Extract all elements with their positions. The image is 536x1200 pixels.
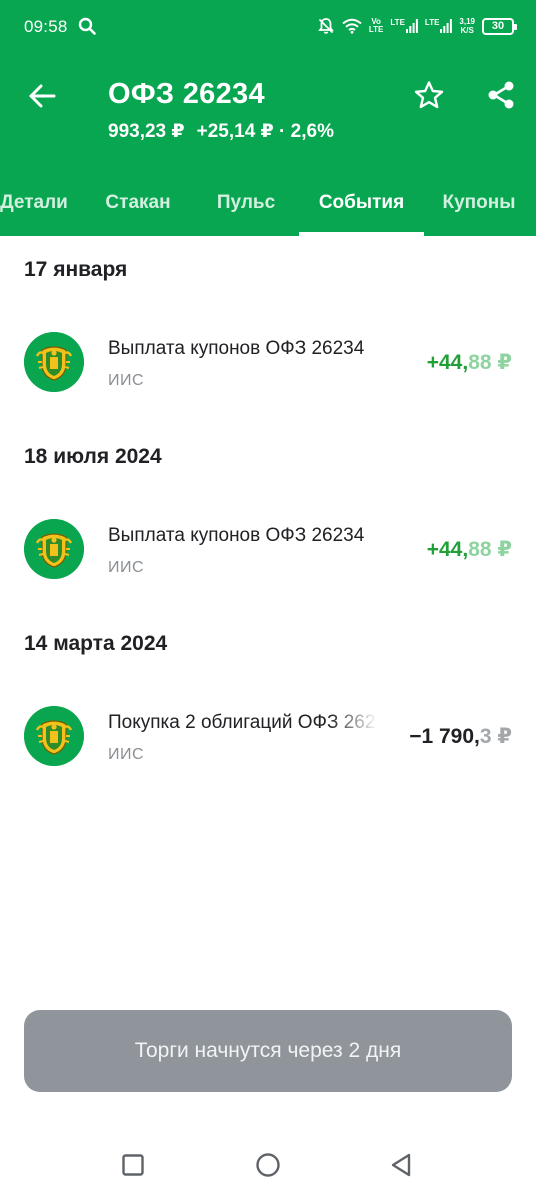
trading-status-banner: Торги начнутся через 2 дня [24, 1010, 512, 1092]
event-amount: +44,88 ₽ [426, 538, 512, 561]
event-amount: +44,88 ₽ [426, 351, 512, 374]
minfin-emblem-icon [24, 706, 84, 766]
tab-details[interactable]: Детали [0, 170, 74, 236]
status-bar: 09:58 Vo LTE LTE LTE 3,19 K/S 30 [0, 0, 536, 54]
date-header: 14 марта 2024 [24, 632, 168, 655]
circle-icon [256, 1153, 280, 1177]
event-account: ИИС [108, 372, 145, 389]
system-nav-bar [0, 1128, 536, 1200]
event-title: Покупка 2 облигаций ОФЗ 26234 [108, 712, 378, 733]
minfin-emblem-icon [24, 519, 84, 579]
tab-events[interactable]: События [299, 170, 424, 236]
home-button[interactable] [253, 1150, 283, 1180]
event-title: Выплата купонов ОФЗ 26234 [108, 525, 365, 546]
minfin-emblem-icon [24, 332, 84, 392]
lte-signal-2: LTE [425, 19, 453, 33]
back-button[interactable] [22, 76, 62, 116]
event-item[interactable]: Выплата купонов ОФЗ 26234 ИИС +44,88 ₽ [0, 509, 536, 589]
back-nav-button[interactable] [386, 1150, 416, 1180]
tab-coupons[interactable]: Купоны [436, 170, 522, 236]
arrow-left-icon [29, 84, 56, 108]
signal-icon [440, 19, 453, 33]
status-time: 09:58 [24, 17, 68, 36]
lte-signal-1: LTE [390, 19, 418, 33]
tab-order-book[interactable]: Стакан [98, 170, 178, 236]
share-button[interactable] [482, 76, 520, 114]
share-icon [488, 81, 514, 109]
search-icon [78, 17, 96, 35]
star-icon [414, 81, 444, 109]
tab-pulse[interactable]: Пульс [210, 170, 282, 236]
favorite-button[interactable] [410, 76, 448, 114]
price-change: +25,14 ₽ · 2,6% [196, 121, 334, 142]
event-amount: −1 790,3 ₽ [409, 725, 512, 748]
event-title: Выплата купонов ОФЗ 26234 [108, 338, 365, 359]
recent-apps-button[interactable] [118, 1150, 148, 1180]
price-summary: 993,23 ₽ +25,14 ₽ · 2,6% [108, 120, 334, 143]
event-item[interactable]: Выплата купонов ОФЗ 26234 ИИС +44,88 ₽ [0, 322, 536, 402]
network-speed: 3,19 K/S [459, 17, 475, 35]
event-item[interactable]: Покупка 2 облигаций ОФЗ 26234 ИИС −1 790… [0, 696, 536, 776]
bond-price: 993,23 ₽ [108, 121, 185, 142]
triangle-back-icon [391, 1153, 411, 1177]
status-icons: Vo LTE LTE LTE 3,19 K/S 30 [317, 14, 517, 38]
date-header: 18 июля 2024 [24, 445, 162, 468]
wifi-icon [342, 18, 362, 34]
page-title: ОФЗ 26234 [108, 78, 265, 110]
app-header: 09:58 Vo LTE LTE LTE 3,19 K/S 30 ОФЗ 262… [0, 0, 536, 236]
event-account: ИИС [108, 559, 145, 576]
mute-bell-icon [318, 18, 334, 34]
battery-indicator: 30 [482, 17, 517, 35]
square-icon [122, 1154, 144, 1176]
signal-icon [405, 19, 418, 33]
date-header: 17 января [24, 258, 128, 281]
volte-label: Vo LTE [368, 17, 384, 34]
event-account: ИИС [108, 746, 145, 763]
tab-bar: Детали Стакан Пульс События Купоны [0, 170, 536, 236]
